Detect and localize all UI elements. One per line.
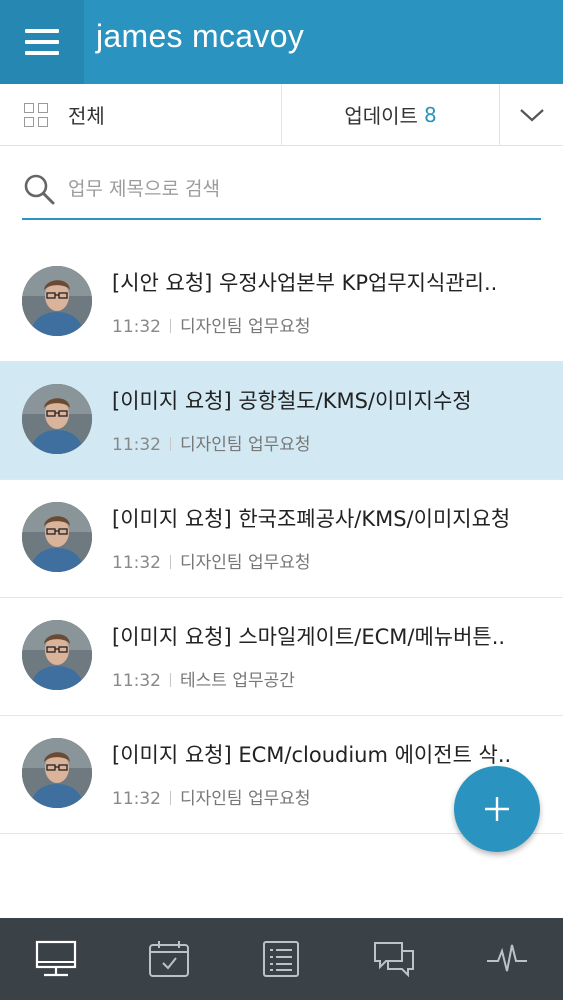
activity-icon — [486, 944, 527, 972]
filter-update-tab[interactable]: 업데이트 8 — [282, 84, 500, 145]
task-title: [이미지 요청] ECM/cloudium 에이전트 삭.. — [112, 743, 512, 767]
task-list: [시안 요청] 우정사업본부 KP업무지식관리.. 11:32 디자인팀 업무요청[… — [0, 244, 563, 834]
search-bar — [22, 160, 541, 220]
filter-all-label: 전체 — [68, 104, 105, 128]
task-title: [이미지 요청] 공항철도/KMS/이미지수정 — [112, 389, 472, 413]
nav-item-activity[interactable] — [450, 918, 563, 1000]
meta-divider — [170, 791, 171, 805]
nav-item-list[interactable] — [225, 918, 338, 1000]
app-header: james mcavoy — [0, 0, 563, 84]
app: james mcavoy 전체 업데이트 8 [시안 요청] 우정사업본부 KP… — [0, 0, 563, 1000]
add-task-button[interactable] — [454, 766, 540, 852]
hamburger-icon — [25, 29, 59, 33]
plus-icon — [485, 797, 509, 821]
meta-divider — [170, 319, 171, 333]
filter-update-label: 업데이트 — [344, 104, 418, 128]
avatar — [22, 620, 92, 690]
task-title: [시안 요청] 우정사업본부 KP업무지식관리.. — [112, 271, 498, 295]
filter-dropdown-button[interactable] — [500, 84, 563, 145]
search-icon[interactable] — [22, 172, 56, 206]
task-time: 11:32 — [112, 317, 161, 337]
task-time: 11:32 — [112, 671, 161, 691]
filter-bar: 전체 업데이트 8 — [0, 84, 563, 146]
task-title: [이미지 요청] 한국조폐공사/KMS/이미지요청 — [112, 507, 511, 531]
task-meta: 11:32 디자인팀 업무요청 — [112, 312, 311, 337]
task-row[interactable]: [이미지 요청] 한국조폐공사/KMS/이미지요청 11:32 디자인팀 업무요청 — [0, 480, 563, 598]
nav-item-calendar[interactable] — [113, 918, 226, 1000]
avatar — [22, 502, 92, 572]
task-meta: 11:32 테스트 업무공간 — [112, 666, 295, 691]
meta-divider — [170, 437, 171, 451]
task-workspace: 디자인팀 업무요청 — [180, 553, 311, 573]
nav-item-desktop[interactable] — [0, 918, 113, 1000]
meta-divider — [170, 673, 171, 687]
filter-all-tab[interactable]: 전체 — [0, 84, 282, 145]
grid-icon — [24, 102, 48, 127]
task-workspace: 디자인팀 업무요청 — [180, 435, 311, 455]
task-row[interactable]: [이미지 요청] 스마일게이트/ECM/메뉴버튼.. 11:32 테스트 업무공간 — [0, 598, 563, 716]
task-meta: 11:32 디자인팀 업무요청 — [112, 430, 311, 455]
menu-button[interactable] — [0, 0, 84, 84]
task-time: 11:32 — [112, 789, 161, 809]
task-row[interactable]: [시안 요청] 우정사업본부 KP업무지식관리.. 11:32 디자인팀 업무요청 — [0, 244, 563, 362]
calendar-check-icon — [148, 941, 189, 977]
chat-icon — [374, 942, 415, 978]
avatar — [22, 266, 92, 336]
task-time: 11:32 — [112, 553, 161, 573]
update-count-badge: 8 — [423, 102, 437, 127]
list-icon — [263, 941, 300, 977]
avatar — [22, 384, 92, 454]
task-time: 11:32 — [112, 435, 161, 455]
chevron-down-icon — [519, 108, 544, 121]
task-workspace: 디자인팀 업무요청 — [180, 789, 311, 809]
task-meta: 11:32 디자인팀 업무요청 — [112, 548, 311, 573]
avatar — [22, 738, 92, 808]
page-title: james mcavoy — [96, 18, 305, 54]
desktop-icon — [36, 940, 77, 977]
task-row[interactable]: [이미지 요청] 공항철도/KMS/이미지수정 11:32 디자인팀 업무요청 — [0, 362, 563, 480]
search-input[interactable] — [68, 178, 508, 200]
task-meta: 11:32 디자인팀 업무요청 — [112, 784, 311, 809]
task-workspace: 디자인팀 업무요청 — [180, 317, 311, 337]
nav-item-chat[interactable] — [338, 918, 451, 1000]
task-title: [이미지 요청] 스마일게이트/ECM/메뉴버튼.. — [112, 625, 506, 649]
task-workspace: 테스트 업무공간 — [180, 671, 295, 691]
meta-divider — [170, 555, 171, 569]
bottom-nav — [0, 918, 563, 1000]
